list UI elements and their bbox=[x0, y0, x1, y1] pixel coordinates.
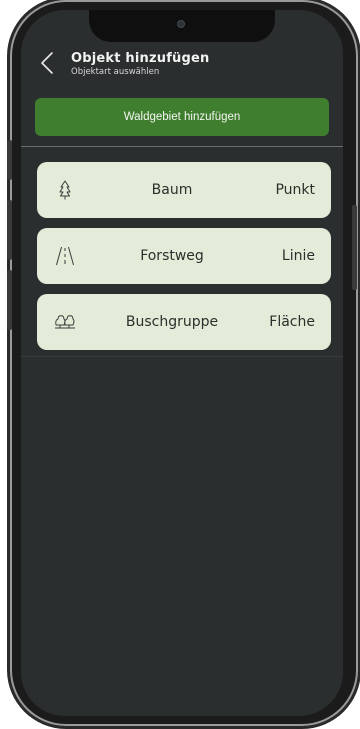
page-subtitle: Objektart auswählen bbox=[71, 67, 160, 77]
notch bbox=[89, 10, 275, 42]
app-header: Objekt hinzufügen Objektart auswählen bbox=[21, 45, 343, 85]
object-type-item-baum[interactable]: Baum Punkt bbox=[37, 162, 331, 218]
object-type-item-buschgruppe[interactable]: Buschgruppe Fläche bbox=[37, 294, 331, 350]
divider bbox=[21, 146, 343, 147]
page-title: Objekt hinzufügen bbox=[71, 51, 210, 66]
volume-down-button bbox=[7, 270, 12, 330]
camera-icon bbox=[177, 20, 185, 28]
power-button bbox=[352, 205, 357, 290]
geometry-type: Linie bbox=[281, 248, 315, 264]
volume-up-button bbox=[7, 200, 12, 260]
mute-switch bbox=[7, 140, 12, 180]
geometry-type: Punkt bbox=[275, 182, 315, 198]
geometry-type: Fläche bbox=[269, 314, 315, 330]
object-type-name: Buschgruppe bbox=[125, 314, 219, 330]
list-end-divider bbox=[21, 356, 343, 357]
road-icon bbox=[53, 244, 77, 268]
object-type-item-forstweg[interactable]: Forstweg Linie bbox=[37, 228, 331, 284]
app-screen: Objekt hinzufügen Objektart auswählen Wa… bbox=[21, 10, 343, 716]
add-forest-area-button[interactable]: Waldgebiet hinzufügen bbox=[35, 98, 329, 136]
chevron-left-icon[interactable] bbox=[37, 49, 59, 77]
bush-group-icon bbox=[53, 310, 77, 334]
object-type-name: Forstweg bbox=[140, 248, 204, 264]
tree-icon bbox=[53, 178, 77, 202]
object-type-name: Baum bbox=[151, 182, 193, 198]
